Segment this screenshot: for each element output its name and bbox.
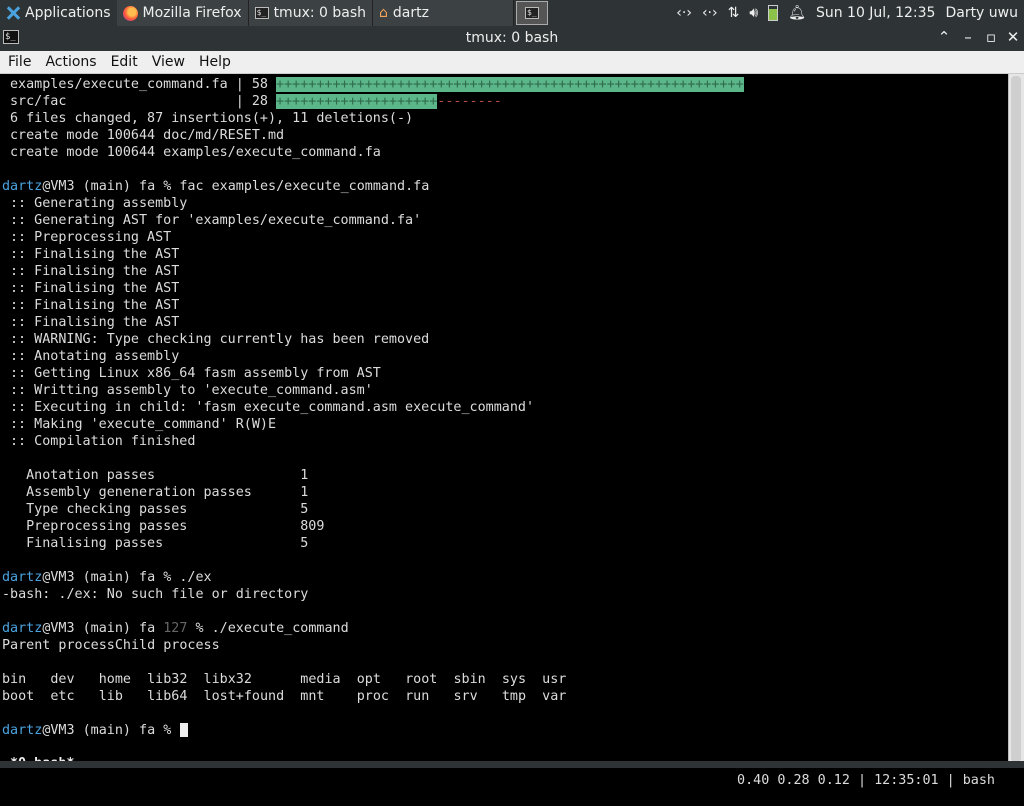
stats-line: Anotation passes 1 [10,468,309,483]
menu-view[interactable]: View [144,54,191,70]
workspace-terminal-button[interactable]: $_ [516,1,549,25]
log-line: :: Finalising the AST [10,298,180,313]
log-line: :: Generating assembly [10,196,188,211]
tmux-status-right: 0.40 0.28 0.12 | 12:35:01 | bash [737,773,995,788]
network-icon[interactable]: ‹·› [676,5,692,21]
ls-line: bin dev home lib32 libx32 media opt root… [2,672,567,687]
log-line: :: Getting Linux x86_64 fasm assembly fr… [10,366,381,381]
top-panel: Applications Mozilla Firefox $_ tmux: 0 … [0,0,1024,26]
log-line: :: Preprocessing AST [10,230,172,245]
applications-icon [6,6,20,20]
log-line: :: Writting assembly to 'execute_command… [10,383,373,398]
network-icon[interactable]: ‹·› [702,5,718,21]
task-label: tmux: 0 bash [273,5,367,21]
ls-line: boot etc lib lib64 lost+found mnt proc r… [2,689,567,704]
task-tmux[interactable]: $_ tmux: 0 bash [248,0,374,26]
diffstat-line: examples/execute_command.fa | 58 +++++++… [10,77,744,92]
close-button[interactable]: ✕ [1003,28,1023,46]
log-line: :: Anotating assembly [10,349,180,364]
transfer-icon[interactable]: ⇅ [728,5,740,21]
notification-bell-icon[interactable]: 🔔︎ [788,5,806,21]
menu-help[interactable]: Help [191,54,237,70]
minimize-button[interactable]: – [958,28,978,46]
text-cursor [180,723,189,737]
prompt-line: dartz@VM3 (main) fa % [2,722,189,739]
applications-menu[interactable]: Applications [0,0,117,26]
menu-edit[interactable]: Edit [103,54,144,70]
terminal-icon: $_ [254,7,269,19]
scrollbar[interactable] [1008,74,1024,768]
output-line: Parent processChild process [2,638,220,653]
log-line: :: Finalising the AST [10,247,180,262]
applications-label: Applications [25,5,111,21]
maximize-button[interactable]: ▫ [981,28,1001,46]
stats-line: Finalising passes 5 [10,536,309,551]
battery-icon[interactable] [768,5,779,21]
clock[interactable]: Sun 10 Jul, 12:35 [816,5,936,21]
menubar: File Actions Edit View Help [0,51,1024,74]
stats-line: Preprocessing passes 809 [10,519,325,534]
menu-file[interactable]: File [0,54,37,70]
log-line: :: Finalising the AST [10,315,180,330]
window-title: tmux: 0 bash [465,30,559,46]
scrollbar-thumb[interactable] [1011,76,1021,762]
exit-code: 127 [163,621,188,636]
log-line: :: WARNING: Type checking currently has … [10,332,430,347]
terminal-area[interactable]: examples/execute_command.fa | 58 +++++++… [0,74,1009,788]
log-line: :: Making 'execute_command' R(W)E [10,417,277,432]
error-line: -bash: ./ex: No such file or directory [2,587,309,602]
log-line: :: Generating AST for 'examples/execute_… [10,213,422,228]
task-firefox[interactable]: Mozilla Firefox [116,0,249,26]
window-titlebar[interactable]: $_ tmux: 0 bash ⌃ – ▫ ✕ [0,26,1024,51]
prompt-line: dartz@VM3 (main) fa % ./ex [2,570,212,585]
menu-actions[interactable]: Actions [37,54,102,70]
window-bottom-border [0,761,1024,768]
terminal-icon: $_ [525,7,540,19]
diffstat-line: src/fac | 28 ++++++++++++++++++++-------… [10,94,502,109]
chevron-up-icon[interactable]: ⌃ [934,28,954,46]
task-label: dartz [392,5,429,21]
output-line: create mode 100644 doc/md/RESET.md [10,128,285,143]
tmux-status-bar: *0 bash* 0.40 0.28 0.12 | 12:35:01 | bas… [0,738,1009,788]
output-line: create mode 100644 examples/execute_comm… [10,145,381,160]
output-line: 6 files changed, 87 insertions(+), 11 de… [10,111,414,126]
prompt-line: dartz@VM3 (main) fa 127 % ./execute_comm… [2,621,349,636]
home-folder-icon: ⌂ [379,5,388,21]
user-menu[interactable]: Darty uwu [945,5,1018,21]
firefox-icon [122,5,138,21]
log-line: :: Executing in child: 'fasm execute_com… [10,400,535,415]
volume-icon[interactable]: 🔊︎ [749,5,758,21]
stats-line: Assembly geneneration passes 1 [10,485,309,500]
log-line: :: Compilation finished [10,434,196,449]
task-label: Mozilla Firefox [142,5,242,21]
log-line: :: Finalising the AST [10,264,180,279]
prompt-line: dartz@VM3 (main) fa % fac examples/execu… [2,179,430,194]
task-dartz[interactable]: ⌂ dartz [373,0,515,26]
system-tray: ‹·› ‹·› ⇅ 🔊︎ 🔔︎ Sun 10 Jul, 12:35 Darty … [670,0,1024,26]
log-line: :: Finalising the AST [10,281,180,296]
stats-line: Type checking passes 5 [10,502,309,517]
